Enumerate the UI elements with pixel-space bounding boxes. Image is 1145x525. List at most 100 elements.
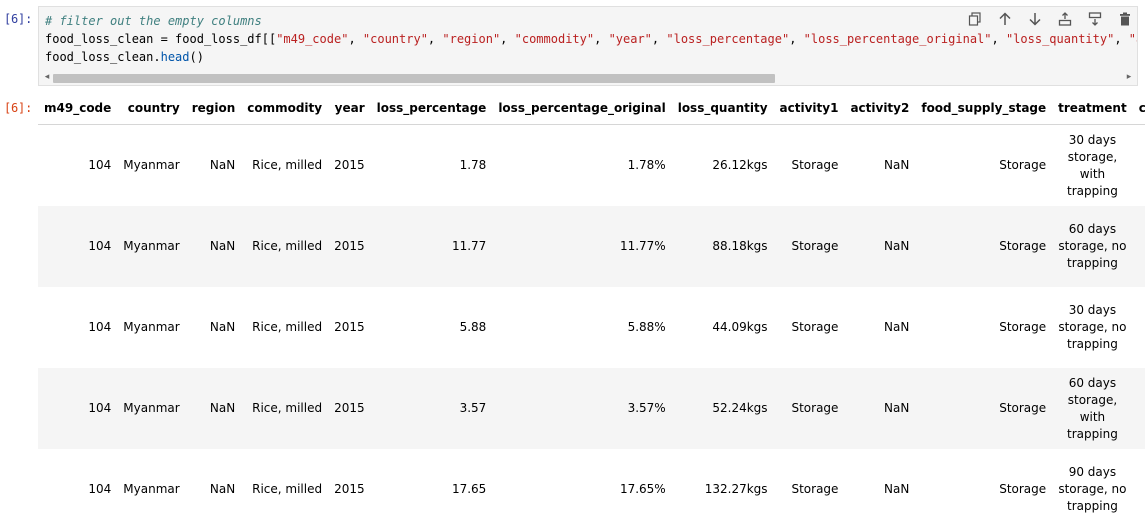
column-header-loss-percentage: loss_percentage (370, 92, 493, 125)
column-header-region: region (185, 92, 242, 125)
column-header-food-supply-stage: food_supply_stage (915, 92, 1053, 125)
table-cell-region: NaN (185, 449, 242, 525)
code-line-head: food_loss_clean.head() (45, 48, 204, 66)
dataframe-output: m49_code country region commodity year loss_p… (38, 92, 1145, 525)
scroll-thumb[interactable] (53, 74, 775, 83)
table-cell-m49-code: 104 (38, 206, 118, 287)
table-cell-cause-of-loss: Rodents (1132, 206, 1145, 287)
column-header-year: year (328, 92, 371, 125)
code-variable: food_loss_clean. (45, 50, 161, 64)
table-row: 104 Myanmar NaN Rice, milled 2015 5.88 5.88% 44… (38, 287, 1145, 368)
table-cell-commodity: Rice, milled (241, 206, 329, 287)
table-cell-commodity: Rice, milled (241, 287, 329, 368)
table-cell-region: NaN (185, 368, 242, 449)
code-separator: , (1114, 32, 1129, 46)
table-cell-loss-quantity: 88.18kgs (671, 206, 774, 287)
code-separator: , (789, 32, 804, 46)
table-cell-loss-percentage: 5.88 (370, 287, 493, 368)
table-cell-food-supply-stage: Storage (915, 206, 1053, 287)
table-cell-loss-percentage: 11.77 (370, 206, 493, 287)
table-cell-year: 2015 (328, 287, 371, 368)
table-cell-loss-percentage-original: 1.78% (492, 124, 672, 206)
table-cell-cause-of-loss: Rodents (1132, 287, 1145, 368)
arrow-up-icon[interactable] (997, 11, 1013, 27)
copy-icon[interactable] (967, 11, 983, 27)
horizontal-scrollbar[interactable]: ◂ ▸ (39, 71, 1137, 85)
code-separator: , (594, 32, 609, 46)
scroll-right-icon[interactable]: ▸ (1123, 72, 1135, 82)
code-string: "year" (608, 32, 652, 46)
table-cell-activity1: Storage (773, 368, 845, 449)
table-cell-treatment: 30 days storage, with trapping (1052, 124, 1133, 206)
table-cell-loss-quantity: 132.27kgs (671, 449, 774, 525)
table-cell-commodity: Rice, milled (241, 449, 329, 525)
table-header: m49_code country region commodity year loss_p… (38, 92, 1145, 125)
table-cell-activity2: NaN (844, 368, 916, 449)
insert-below-icon[interactable] (1087, 11, 1103, 27)
insert-above-icon[interactable] (1057, 11, 1073, 27)
table-cell-treatment: 60 days storage, no trapping (1052, 206, 1133, 287)
table-cell-region: NaN (185, 206, 242, 287)
code-method: head (160, 50, 190, 64)
column-header-activity1: activity1 (773, 92, 845, 125)
table-cell-commodity: Rice, milled (241, 124, 329, 206)
column-header-loss-quantity: loss_quantity (671, 92, 774, 125)
table-cell-year: 2015 (328, 368, 371, 449)
code-separator: , (348, 32, 363, 46)
table-cell-m49-code: 104 (38, 449, 118, 525)
table-cell-food-supply-stage: Storage (915, 449, 1053, 525)
column-header-loss-percentage-original: loss_percentage_original (492, 92, 672, 125)
table-cell-loss-percentage-original: 11.77% (492, 206, 672, 287)
column-header-m49-code: m49_code (38, 92, 118, 125)
table-cell-activity1: Storage (773, 124, 845, 206)
code-string: "commodity" (514, 32, 595, 46)
table-cell-year: 2015 (328, 449, 371, 525)
code-cell[interactable]: [6]: # filter out the empty columns food… (0, 0, 1145, 92)
column-header-cause-of-loss: cause_of_loss (1132, 92, 1145, 125)
table-cell-treatment: 60 days storage, with trapping (1052, 368, 1133, 449)
table-cell-loss-percentage-original: 17.65% (492, 449, 672, 525)
table-cell-activity1: Storage (773, 287, 845, 368)
code-separator: , (500, 32, 515, 46)
trash-icon[interactable] (1117, 11, 1133, 27)
table-cell-loss-percentage: 3.57 (370, 368, 493, 449)
table-cell-activity2: NaN (844, 449, 916, 525)
table-cell-activity2: NaN (844, 206, 916, 287)
table-cell-loss-percentage-original: 3.57% (492, 368, 672, 449)
table-cell-region: NaN (185, 124, 242, 206)
code-separator: , (991, 32, 1006, 46)
code-string: "region" (442, 32, 501, 46)
output-prompt: [6]: (4, 101, 33, 115)
table-row: 104 Myanmar NaN Rice, milled 2015 1.78 1.78% 26… (38, 124, 1145, 206)
code-suffix: () (189, 50, 204, 64)
table-cell-m49-code: 104 (38, 368, 118, 449)
table-cell-activity2: NaN (844, 124, 916, 206)
table-cell-country: Myanmar (117, 287, 186, 368)
table-cell-region: NaN (185, 287, 242, 368)
table-cell-cause-of-loss: Rodents (1132, 368, 1145, 449)
table-cell-country: Myanmar (117, 449, 186, 525)
code-separator: , (427, 32, 443, 46)
table-cell-activity1: Storage (773, 449, 845, 525)
table-cell-treatment: 90 days storage, no trapping (1052, 449, 1133, 525)
table-row: 104 Myanmar NaN Rice, milled 2015 3.57 3.57% 52… (38, 368, 1145, 449)
table-cell-loss-percentage: 17.65 (370, 449, 493, 525)
table-cell-cause-of-loss: Rodents (1132, 124, 1145, 206)
table-cell-m49-code: 104 (38, 287, 118, 368)
table-cell-activity1: Storage (773, 206, 845, 287)
code-line-select: food_loss_clean = food_loss_df[["m49_cod… (45, 30, 1137, 48)
table-row: 104 Myanmar NaN Rice, milled 2015 17.65 17.65%… (38, 449, 1145, 525)
code-string: "loss_percentage_original" (803, 32, 992, 46)
cell-toolbar (965, 11, 1135, 27)
arrow-down-icon[interactable] (1027, 11, 1043, 27)
table-cell-food-supply-stage: Storage (915, 124, 1053, 206)
column-header-treatment: treatment (1052, 92, 1133, 125)
code-line-comment: # filter out the empty columns (45, 12, 262, 30)
scroll-left-icon[interactable]: ◂ (41, 72, 53, 82)
code-separator: , (651, 32, 667, 46)
table-cell-loss-percentage-original: 5.88% (492, 287, 672, 368)
code-string: "country" (362, 32, 428, 46)
table-cell-activity2: NaN (844, 287, 916, 368)
table-cell-food-supply-stage: Storage (915, 287, 1053, 368)
code-string: "loss_quantity" (1005, 32, 1115, 46)
